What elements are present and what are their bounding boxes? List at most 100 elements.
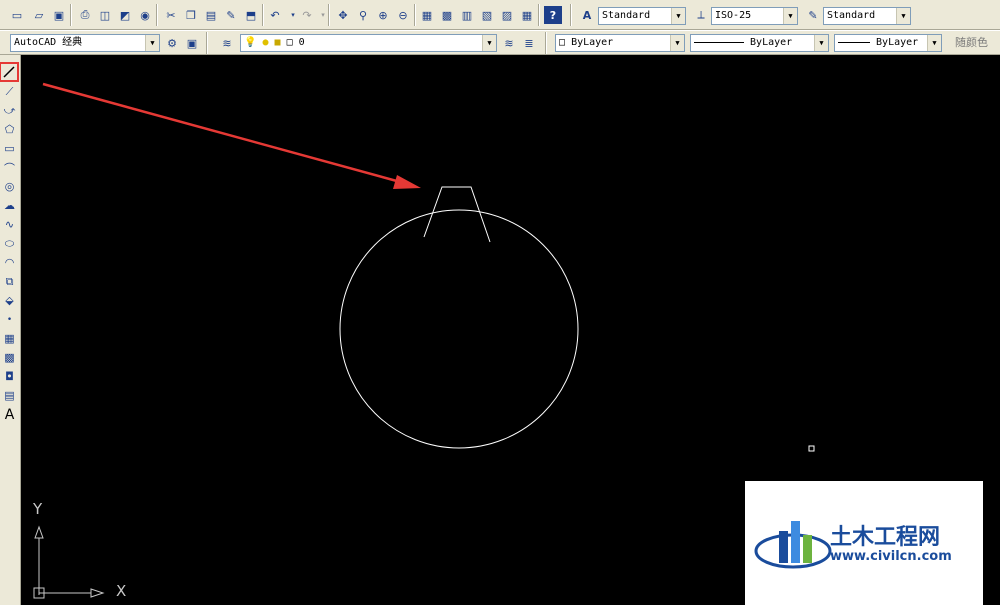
ellipse-arc-icon[interactable]: ◠: [1, 254, 18, 271]
polyline-icon[interactable]: ⤻: [1, 102, 18, 119]
chevron-down-icon[interactable]: ▼: [783, 8, 797, 24]
spline-icon[interactable]: ∿: [1, 216, 18, 233]
lineweight-preview: [838, 41, 870, 43]
text-style-icon[interactable]: A: [578, 6, 596, 24]
ellipse-icon[interactable]: ⬭: [1, 235, 18, 252]
copy-icon[interactable]: ❐: [182, 6, 200, 24]
drawn-circle: [339, 209, 579, 449]
hatch-icon[interactable]: ▦: [1, 330, 18, 347]
paste-icon[interactable]: ▤: [202, 6, 220, 24]
3d-dwf-icon[interactable]: ◉: [136, 6, 154, 24]
publish-icon[interactable]: ◩: [116, 6, 134, 24]
region-icon[interactable]: ◘: [1, 368, 18, 385]
rectangle-icon[interactable]: ▭: [1, 140, 18, 157]
arc-icon[interactable]: ⌒: [1, 159, 18, 176]
gradient-icon[interactable]: ▩: [1, 349, 18, 366]
drawn-lines: [423, 186, 491, 243]
plot-style-select[interactable]: 随颜色: [947, 31, 988, 54]
make-object-layer-current-icon[interactable]: ≋: [500, 34, 518, 52]
layer-previous-icon[interactable]: ≣: [520, 34, 538, 52]
layer-select[interactable]: 💡 ● ■ □ 0 ▼: [240, 34, 497, 52]
block-editor-icon[interactable]: ⬒: [242, 6, 260, 24]
save-workspace-icon[interactable]: ▣: [183, 34, 201, 52]
plot-icon[interactable]: ⎙: [76, 6, 94, 24]
point-icon[interactable]: •: [1, 311, 18, 328]
zoom-realtime-icon[interactable]: ⚲: [354, 6, 372, 24]
crosshair-pickbox: [808, 445, 815, 452]
save-icon[interactable]: ▣: [50, 6, 68, 24]
table-style-value: Standard: [827, 10, 876, 21]
workspace-select[interactable]: AutoCAD 经典 ▼: [10, 34, 160, 52]
table-style-icon[interactable]: ✎: [804, 6, 822, 24]
make-block-icon[interactable]: ⬙: [1, 292, 18, 309]
layer-manager-icon[interactable]: ≋: [218, 34, 236, 52]
open-file-icon[interactable]: ▱: [30, 6, 48, 24]
draw-toolbar: ⟋ ⤻ ⬠ ▭ ⌒ ◎ ☁ ∿ ⬭ ◠ ⧉ ⬙ • ▦ ▩ ◘ ▤ A: [0, 55, 21, 605]
multiline-text-icon[interactable]: A: [1, 406, 18, 423]
text-style-select[interactable]: Standard ▼: [598, 7, 686, 25]
workspace-value: AutoCAD 经典: [14, 37, 83, 48]
layers-toolbar: AutoCAD 经典 ▼ ⚙ ▣ ≋ 💡 ● ■ □ 0 ▼ ≋ ≣ □ ByL…: [0, 30, 1000, 55]
design-center-icon[interactable]: ▩: [438, 6, 456, 24]
new-file-icon[interactable]: ▭: [8, 6, 26, 24]
linetype-select[interactable]: ByLayer ▼: [690, 34, 829, 52]
insert-block-icon[interactable]: ⧉: [1, 273, 18, 290]
plot-style-value: 随颜色: [955, 36, 988, 49]
line-glyph: [3, 66, 15, 78]
chevron-down-icon[interactable]: ▼: [927, 35, 941, 51]
sheet-set-icon[interactable]: ▧: [478, 6, 496, 24]
lineweight-value: ByLayer: [876, 37, 919, 48]
chevron-down-icon[interactable]: ▼: [896, 8, 910, 24]
dim-style-icon[interactable]: ⟂: [692, 6, 710, 24]
pan-icon[interactable]: ✥: [334, 6, 352, 24]
calculator-icon[interactable]: ▦: [518, 6, 536, 24]
chevron-down-icon[interactable]: ▼: [814, 35, 828, 51]
layer-lock-icon: ■: [274, 37, 281, 48]
ucs-y-label: Y: [33, 500, 43, 518]
chevron-down-icon[interactable]: ▼: [482, 35, 496, 51]
watermark-title: 土木工程网: [830, 525, 941, 550]
revision-cloud-icon[interactable]: ☁: [1, 197, 18, 214]
workspace-settings-icon[interactable]: ⚙: [163, 34, 181, 52]
layer-on-icon: 💡: [244, 37, 257, 48]
tool-palettes-icon[interactable]: ▥: [458, 6, 476, 24]
watermark-logo: [754, 521, 832, 569]
properties-icon[interactable]: ▦: [418, 6, 436, 24]
watermark-url: www.civilcn.com: [830, 549, 952, 564]
plot-preview-icon[interactable]: ◫: [96, 6, 114, 24]
chevron-down-icon[interactable]: ▼: [671, 8, 685, 24]
match-properties-icon[interactable]: ✎: [222, 6, 240, 24]
layer-value: 0: [298, 37, 305, 48]
zoom-window-icon[interactable]: ⊕: [374, 6, 392, 24]
polygon-icon[interactable]: ⬠: [1, 121, 18, 138]
zoom-previous-icon[interactable]: ⊖: [394, 6, 412, 24]
linetype-preview: [694, 41, 744, 43]
chevron-down-icon[interactable]: ▼: [145, 35, 159, 51]
layer-color-swatch: □: [286, 37, 293, 48]
dim-style-value: ISO-25: [715, 10, 752, 21]
cut-icon[interactable]: ✂: [162, 6, 180, 24]
ucs-icon: [33, 525, 105, 599]
color-select[interactable]: □ ByLayer ▼: [555, 34, 685, 52]
help-icon[interactable]: ?: [544, 6, 562, 24]
arrow-line: [42, 82, 405, 185]
linetype-value: ByLayer: [750, 37, 793, 48]
circle-icon[interactable]: ◎: [1, 178, 18, 195]
color-value: ByLayer: [571, 37, 614, 48]
undo-icon[interactable]: ↶: [266, 6, 284, 24]
construction-line-icon[interactable]: ⟋: [1, 83, 18, 100]
chevron-down-icon[interactable]: ▼: [670, 35, 684, 51]
dim-style-select[interactable]: ISO-25 ▼: [711, 7, 798, 25]
ucs-x-label: X: [116, 582, 127, 600]
table-style-select[interactable]: Standard ▼: [823, 7, 911, 25]
standard-toolbar: ▭ ▱ ▣ ⎙ ◫ ◩ ◉ ✂ ❐ ▤ ✎ ⬒ ↶ ▾ ↷ ▾ ✥ ⚲ ⊕ ⊖ …: [0, 0, 1000, 30]
markup-icon[interactable]: ▨: [498, 6, 516, 24]
line-tool-icon[interactable]: [0, 62, 19, 82]
text-style-value: Standard: [602, 10, 651, 21]
layer-thaw-icon: ●: [262, 37, 269, 48]
watermark: 土木工程网 www.civilcn.com: [745, 481, 983, 605]
table-icon[interactable]: ▤: [1, 387, 18, 404]
color-swatch: □: [559, 37, 566, 48]
lineweight-select[interactable]: ByLayer ▼: [834, 34, 942, 52]
arrow-head: [393, 175, 421, 189]
